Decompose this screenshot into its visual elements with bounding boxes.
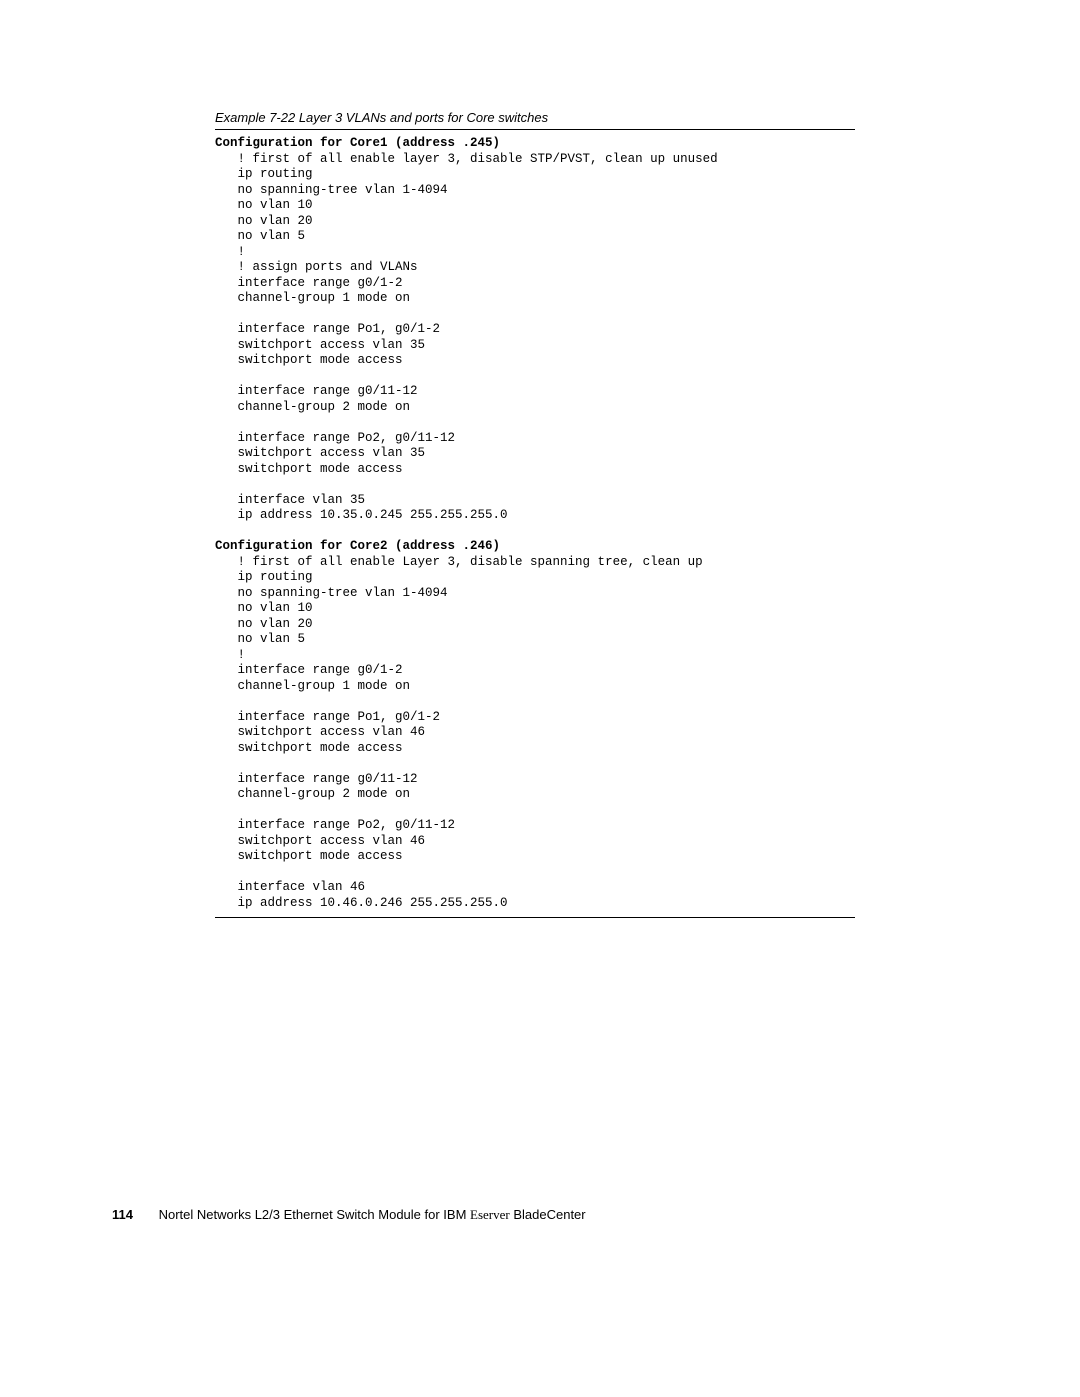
code-line: ! assign ports and VLANs xyxy=(215,260,418,274)
code-line: switchport mode access xyxy=(215,741,403,755)
footer: 114 Nortel Networks L2/3 Ethernet Switch… xyxy=(112,1207,586,1223)
code-line: ! first of all enable layer 3, disable S… xyxy=(215,152,718,166)
code-line: interface vlan 35 xyxy=(215,493,365,507)
page-number: 114 xyxy=(112,1207,133,1222)
code-line: interface range g0/1-2 xyxy=(215,663,403,677)
code-line: interface range g0/11-12 xyxy=(215,772,418,786)
code-line: switchport access vlan 35 xyxy=(215,338,425,352)
code-line: interface range Po2, g0/11-12 xyxy=(215,431,455,445)
code-line: ! xyxy=(215,245,245,259)
code-line: ! first of all enable Layer 3, disable s… xyxy=(215,555,703,569)
code-line: no vlan 10 xyxy=(215,198,313,212)
code-line: no vlan 20 xyxy=(215,214,313,228)
code-line: switchport mode access xyxy=(215,462,403,476)
main-content: Example 7-22 Layer 3 VLANs and ports for… xyxy=(215,110,855,918)
code-line: no spanning-tree vlan 1-4094 xyxy=(215,183,448,197)
code-line: no vlan 10 xyxy=(215,601,313,615)
code-line: interface range Po2, g0/11-12 xyxy=(215,818,455,832)
code-line: interface range g0/1-2 xyxy=(215,276,403,290)
footer-prefix: Nortel Networks L2/3 Ethernet Switch Mod… xyxy=(159,1207,470,1222)
code-line: switchport access vlan 46 xyxy=(215,725,425,739)
rule-bottom xyxy=(215,917,855,918)
code-line: no vlan 20 xyxy=(215,617,313,631)
code-line: channel-group 1 mode on xyxy=(215,291,410,305)
code-line: ip address 10.46.0.246 255.255.255.0 xyxy=(215,896,508,910)
example-caption: Example 7-22 Layer 3 VLANs and ports for… xyxy=(215,110,855,125)
code-line: switchport mode access xyxy=(215,353,403,367)
footer-suffix: BladeCenter xyxy=(510,1207,586,1222)
footer-brand-server: server xyxy=(478,1207,510,1222)
config-core1-title: Configuration for Core1 (address .245) xyxy=(215,136,500,150)
code-block: Configuration for Core1 (address .245) !… xyxy=(215,136,855,911)
code-line: switchport access vlan 35 xyxy=(215,446,425,460)
code-line: switchport access vlan 46 xyxy=(215,834,425,848)
code-line: no vlan 5 xyxy=(215,229,305,243)
code-line: no spanning-tree vlan 1-4094 xyxy=(215,586,448,600)
code-line: interface range g0/11-12 xyxy=(215,384,418,398)
footer-text: Nortel Networks L2/3 Ethernet Switch Mod… xyxy=(159,1207,586,1222)
code-line: channel-group 1 mode on xyxy=(215,679,410,693)
config-core2-title: Configuration for Core2 (address .246) xyxy=(215,539,500,553)
code-line: ip routing xyxy=(215,167,313,181)
code-line: interface range Po1, g0/1-2 xyxy=(215,710,440,724)
code-line: interface range Po1, g0/1-2 xyxy=(215,322,440,336)
code-line: switchport mode access xyxy=(215,849,403,863)
code-line: channel-group 2 mode on xyxy=(215,400,410,414)
code-line: interface vlan 46 xyxy=(215,880,365,894)
code-line: ip routing xyxy=(215,570,313,584)
rule-top xyxy=(215,129,855,130)
code-line: ip address 10.35.0.245 255.255.255.0 xyxy=(215,508,508,522)
code-line: ! xyxy=(215,648,245,662)
footer-brand-e: E xyxy=(470,1207,478,1222)
code-line: channel-group 2 mode on xyxy=(215,787,410,801)
code-line: no vlan 5 xyxy=(215,632,305,646)
